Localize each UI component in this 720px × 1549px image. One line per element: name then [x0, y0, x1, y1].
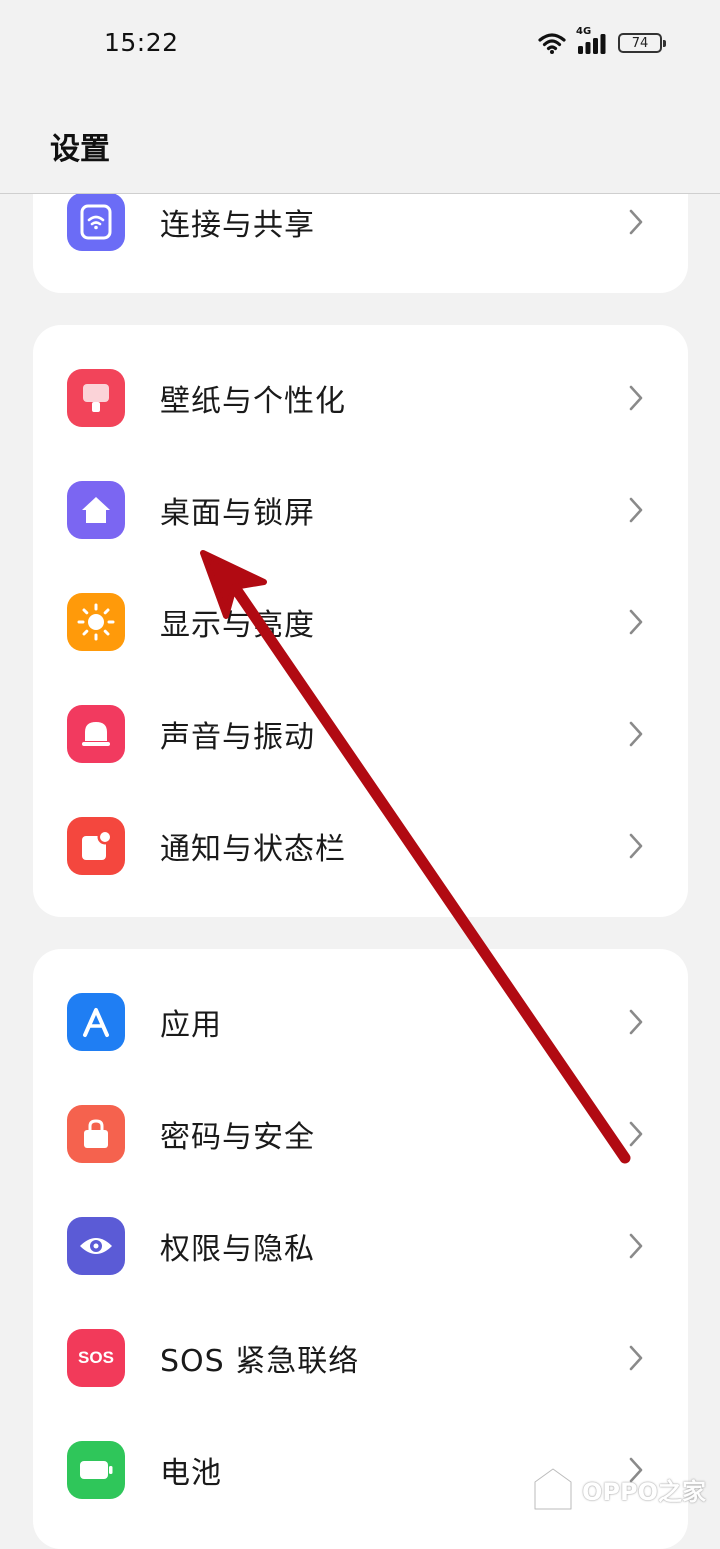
- chevron-right-icon: [626, 607, 646, 637]
- wifi-signal-icon: [538, 32, 566, 54]
- settings-group-personalization: 壁纸与个性化 桌面与锁屏 显示与亮度 声音与振动 通知与状态栏: [33, 325, 688, 917]
- chevron-right-icon: [626, 207, 646, 237]
- row-label: 桌面与锁屏: [160, 496, 315, 531]
- chevron-right-icon: [626, 719, 646, 749]
- watermark-text: OPPO之家: [582, 1477, 706, 1506]
- sos-icon-text: SOS: [78, 1348, 114, 1367]
- chevron-right-icon: [626, 1007, 646, 1037]
- settings-group-apps-security: 应用 密码与安全 权限与隐私 SOS SOS 紧急联络 电池: [33, 949, 688, 1549]
- row-label: 电池: [160, 1456, 222, 1491]
- settings-row-desktop-lockscreen[interactable]: 桌面与锁屏: [33, 454, 688, 566]
- watermark-logo-icon: [533, 1467, 573, 1511]
- header-background: 设置: [0, 92, 720, 194]
- chevron-right-icon: [626, 495, 646, 525]
- status-icons: 4G 74: [538, 26, 666, 54]
- settings-row-apps[interactable]: 应用: [33, 966, 688, 1078]
- settings-row-notification-statusbar[interactable]: 通知与状态栏: [33, 790, 688, 902]
- sun-icon: [67, 593, 125, 651]
- settings-row-password-security[interactable]: 密码与安全: [33, 1078, 688, 1190]
- wallpaper-brush-icon: [67, 369, 125, 427]
- row-label: SOS 紧急联络: [160, 1344, 360, 1379]
- battery-indicator: 74: [618, 33, 666, 53]
- bell-icon: [67, 705, 125, 763]
- eye-icon: [67, 1217, 125, 1275]
- battery-icon: [67, 1441, 125, 1499]
- settings-row-display-brightness[interactable]: 显示与亮度: [33, 566, 688, 678]
- home-icon: [67, 481, 125, 539]
- settings-row-sos-contact[interactable]: SOS SOS 紧急联络: [33, 1302, 688, 1414]
- chevron-right-icon: [626, 1119, 646, 1149]
- page-title-text: 设置: [50, 132, 110, 167]
- sos-icon: SOS: [67, 1329, 125, 1387]
- settings-row-permissions-privacy[interactable]: 权限与隐私: [33, 1190, 688, 1302]
- row-label: 声音与振动: [160, 720, 315, 755]
- wifi-share-icon: [67, 193, 125, 251]
- row-label: 密码与安全: [160, 1120, 315, 1155]
- network-type: 4G: [576, 26, 592, 37]
- settings-row-sound-vibration[interactable]: 声音与振动: [33, 678, 688, 790]
- chevron-right-icon: [626, 383, 646, 413]
- row-label: 壁纸与个性化: [160, 384, 346, 419]
- lock-bag-icon: [67, 1105, 125, 1163]
- row-label: 应用: [160, 1008, 222, 1043]
- row-label: 权限与隐私: [160, 1232, 315, 1267]
- status-time: 15:22: [104, 28, 179, 57]
- row-label: 通知与状态栏: [160, 832, 346, 867]
- watermark: OPPO之家: [532, 1466, 706, 1512]
- cellular-signal-icon: 4G: [576, 26, 608, 54]
- row-label: 连接与共享: [160, 208, 315, 243]
- chevron-right-icon: [626, 1231, 646, 1261]
- notification-icon: [67, 817, 125, 875]
- chevron-right-icon: [626, 831, 646, 861]
- settings-row-wallpaper[interactable]: 壁纸与个性化: [33, 342, 688, 454]
- app-store-icon: [67, 993, 125, 1051]
- row-label: 显示与亮度: [160, 608, 315, 643]
- chevron-right-icon: [626, 1343, 646, 1373]
- status-bar: 15:22 4G 74: [0, 0, 720, 92]
